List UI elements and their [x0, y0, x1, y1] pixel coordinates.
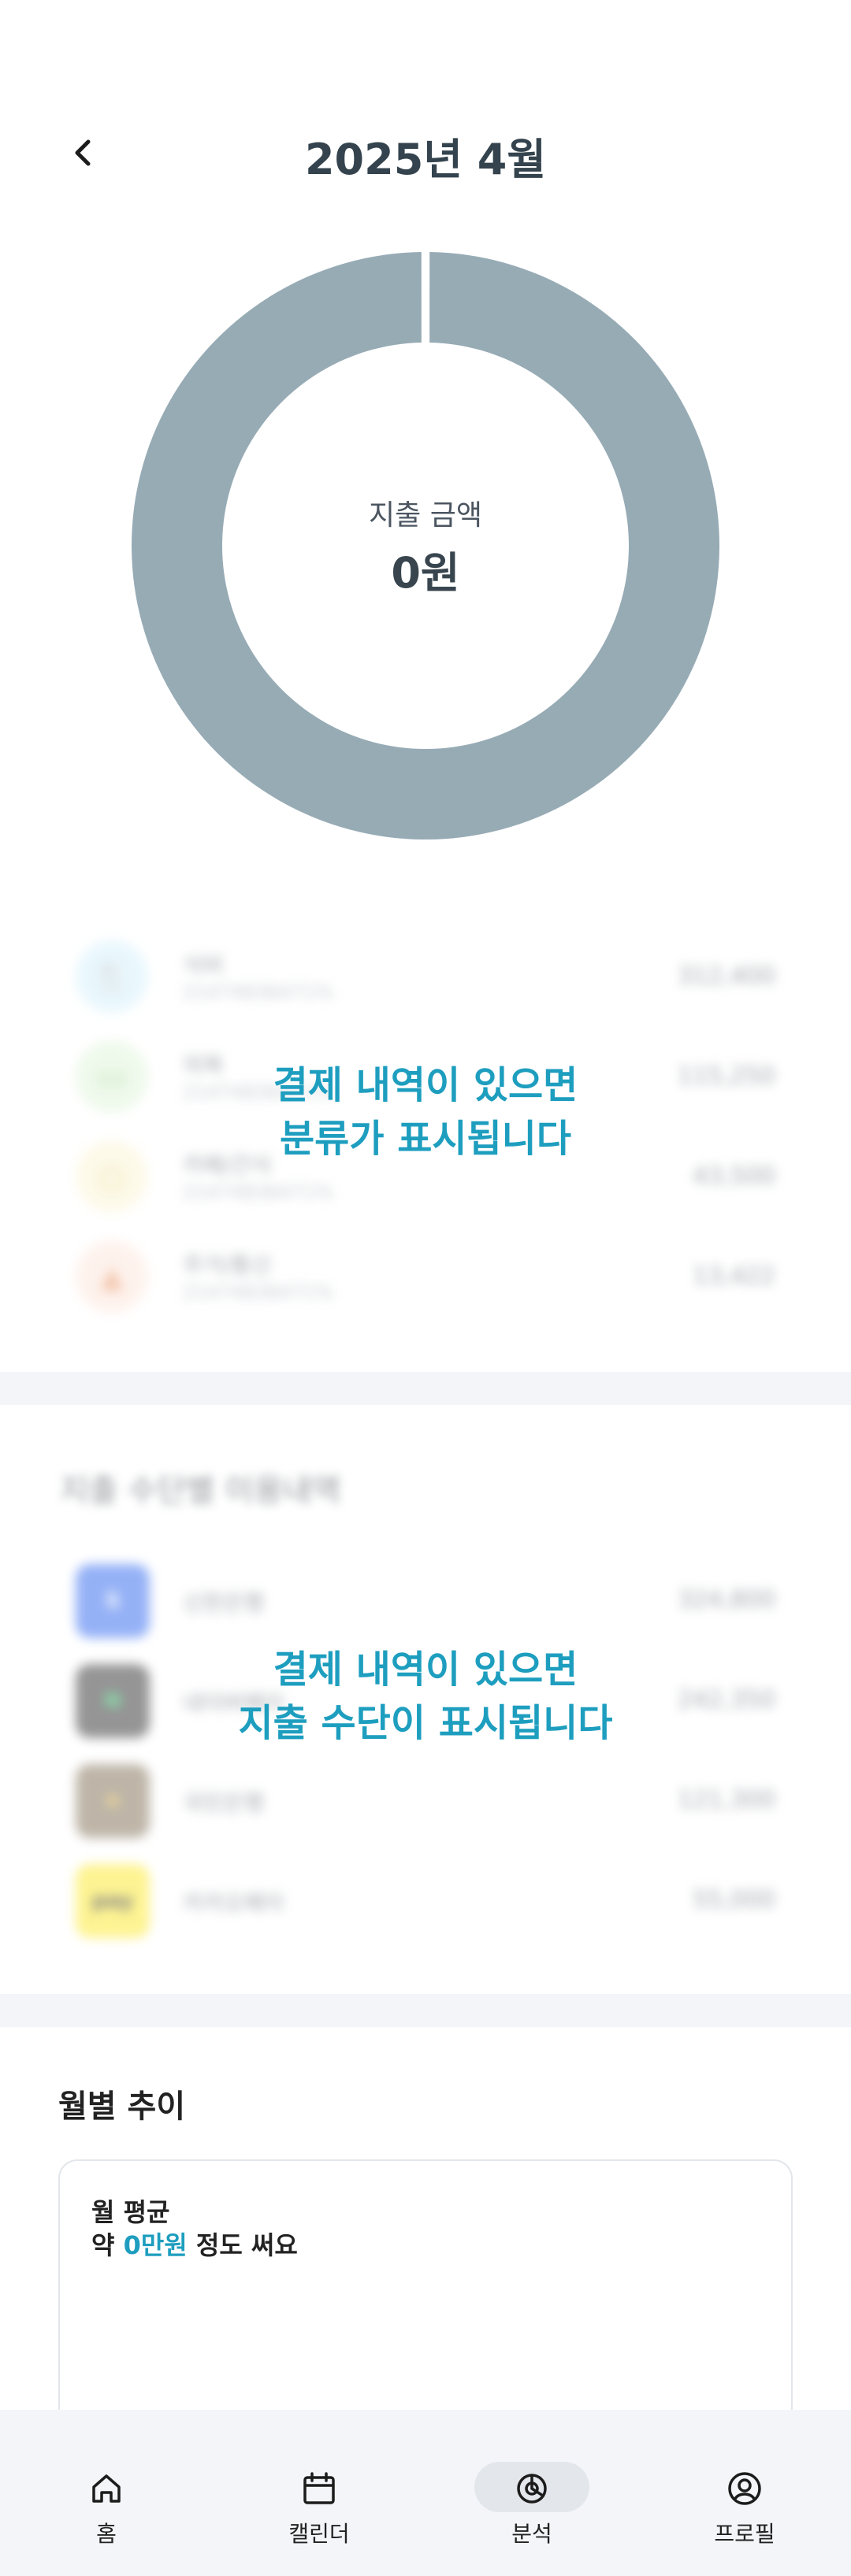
donut-center: 지출 금액 0원	[130, 250, 721, 841]
category-percent: 21474836471%	[183, 1181, 333, 1203]
payment-amount: 55,000	[693, 1886, 775, 1914]
category-empty-line2: 분류가 표시됩니다	[280, 1117, 571, 1161]
donut-label: 지출 금액	[369, 499, 482, 532]
category-amount: 312,400	[677, 962, 775, 990]
donut-value: 0원	[391, 547, 460, 598]
nav-profile-label: 프로필	[714, 2521, 775, 2547]
kakaopay-logo-icon: pay	[76, 1864, 150, 1938]
bottom-navigation: 홈 캘린더 분석 프로필	[0, 2410, 851, 2576]
header: 2025년 4월	[0, 0, 851, 205]
category-amount: 13,422	[693, 1262, 775, 1290]
shinhan-logo-icon: S	[76, 1564, 150, 1638]
category-empty-message: 결제 내역이 있으면 분류가 표시됩니다	[0, 1058, 851, 1166]
nav-calendar-label: 캘린더	[288, 2521, 350, 2547]
payment-name: 신한은행	[183, 1590, 265, 1616]
spending-donut-chart: 지출 금액 0원	[130, 250, 721, 841]
payment-empty-message: 결제 내역이 있으면 지출 수단이 표시됩니다	[0, 1643, 851, 1750]
average-prefix: 약	[91, 2230, 124, 2260]
kb-logo-icon: ★	[76, 1764, 150, 1838]
average-suffix: 정도 써요	[187, 2230, 298, 2260]
nav-home-label: 홈	[96, 2521, 117, 2547]
category-row: 🍴 식비 21474836471% 312,400	[0, 934, 851, 1021]
monthly-trend-title: 월별 추이	[58, 2089, 186, 2125]
category-name: 주거/통신	[183, 1252, 272, 1278]
analysis-icon	[510, 2467, 554, 2511]
monthly-average-label: 월 평균	[91, 2197, 170, 2227]
section-divider	[0, 1994, 851, 2027]
category-percent: 21474836471%	[183, 981, 333, 1003]
payments-heading: 지출 수단별 이용내역	[60, 1473, 341, 1509]
category-row: ▲ 주거/통신 21474836471% 13,422	[0, 1234, 851, 1321]
payment-row: ★ 국민은행 121,300	[0, 1758, 851, 1844]
payment-name: 국민은행	[183, 1790, 265, 1816]
payment-amount: 121,300	[677, 1786, 775, 1814]
nav-profile[interactable]: 프로필	[638, 2410, 851, 2576]
payment-empty-line2: 지출 수단이 표시됩니다	[238, 1701, 613, 1745]
category-name: 식비	[183, 952, 224, 978]
nav-analysis-label: 분석	[511, 2521, 552, 2547]
nav-home[interactable]: 홈	[0, 2410, 213, 2576]
profile-icon	[723, 2467, 767, 2511]
calendar-icon	[297, 2467, 341, 2511]
home-icon	[84, 2467, 128, 2511]
nav-calendar[interactable]: 캘린더	[213, 2410, 426, 2576]
payment-amount: 324,800	[677, 1586, 775, 1614]
monthly-average-text: 약 0만원 정도 써요	[91, 2226, 298, 2262]
utensils-icon: 🍴	[76, 940, 148, 1013]
payment-row: pay 카카오페이 55,000	[0, 1858, 851, 1944]
category-amount: 43,500	[693, 1162, 775, 1190]
section-divider	[0, 1372, 851, 1405]
payment-empty-line1: 결제 내역이 있으면	[273, 1648, 578, 1692]
category-empty-line1: 결제 내역이 있으면	[273, 1063, 578, 1107]
payment-name: 카카오페이	[183, 1890, 284, 1916]
page-title: 2025년 4월	[304, 135, 547, 184]
nav-analysis[interactable]: 분석	[426, 2410, 638, 2576]
payment-method-list: S 신한은행 324,800 N 네이버페이 242,350 ★ 국민은행 12…	[0, 1558, 851, 1944]
average-value: 0만원	[123, 2230, 188, 2260]
home-icon: ▲	[76, 1240, 148, 1313]
category-percent: 21474836471%	[183, 1281, 333, 1303]
payment-row: S 신한은행 324,800	[0, 1558, 851, 1644]
